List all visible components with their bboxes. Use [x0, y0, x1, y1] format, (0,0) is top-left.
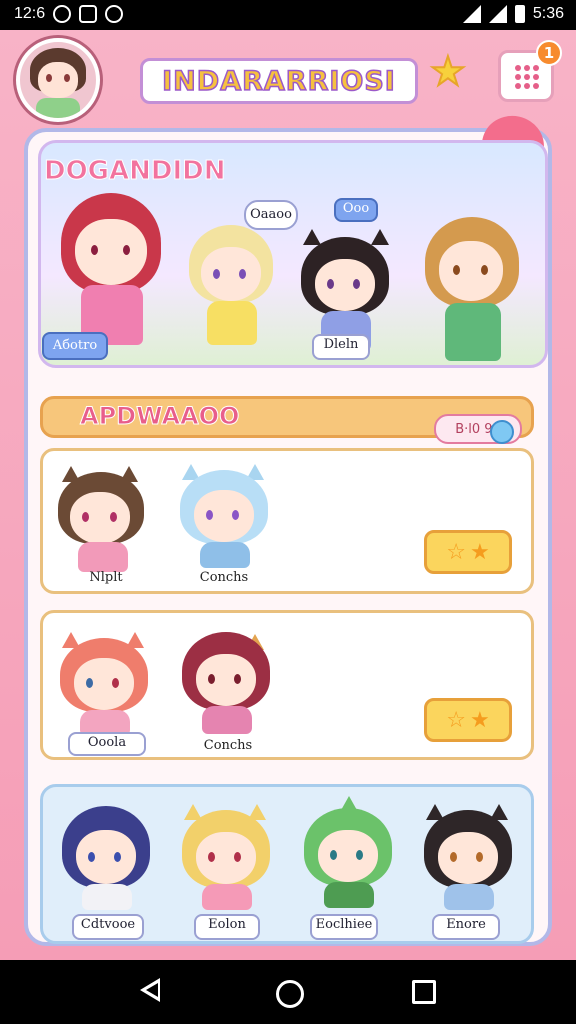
card2-right-name: Conchs: [203, 738, 253, 753]
roster-title: APDWAAOO: [79, 402, 240, 431]
battery-icon: [514, 5, 525, 23]
card1-left-name: Nlplt: [89, 570, 123, 585]
row-name-4: Enore: [432, 914, 500, 940]
star-icon: ☆: [446, 539, 466, 565]
notification-icon: [53, 5, 72, 23]
star-icon: ★: [470, 539, 490, 565]
status-bar: 12:6 5:36: [0, 0, 576, 30]
featured-center-label: Dleln: [312, 334, 370, 360]
featured-tag: Ooo: [334, 198, 378, 222]
character-crimson-cat: [178, 620, 274, 736]
notification-badge: 1: [536, 40, 562, 66]
row-name-1: Cdtvooe: [72, 914, 144, 940]
featured-title: DOGANDIDN: [44, 156, 227, 187]
row-name-2: Eolon: [194, 914, 260, 940]
character-brown-cat: [54, 462, 150, 574]
player-avatar[interactable]: [16, 38, 100, 122]
gem-icon: [490, 420, 514, 444]
back-icon-inner: [146, 983, 158, 997]
status-time: 5:36: [532, 5, 564, 22]
featured-left-label: Aбotro: [42, 332, 108, 360]
character-green: [300, 796, 396, 912]
card1-right-name: Conchs: [199, 570, 249, 585]
game-title: INDARARRIOSI: [140, 58, 418, 104]
wifi-icon: [462, 5, 481, 23]
featured-character-blonde: [187, 225, 277, 355]
speech-bubble: Oaaoo: [244, 200, 298, 230]
featured-character-orange: [419, 217, 529, 365]
card1-star-button[interactable]: ☆ ★: [424, 530, 512, 574]
character-coral-cat: [56, 626, 152, 738]
card2-left-name: Ooola: [68, 732, 146, 756]
star-icon: ★: [429, 49, 467, 95]
card2-star-button[interactable]: ☆ ★: [424, 698, 512, 742]
star-icon: ☆: [446, 707, 466, 733]
character-navy: [58, 800, 154, 912]
clock: 12:6: [14, 5, 46, 22]
sync-icon: [105, 5, 124, 23]
character-blue-cat: [176, 458, 272, 570]
signal-icon: [488, 5, 507, 23]
star-icon: ★: [470, 707, 490, 733]
home-icon[interactable]: [276, 980, 304, 1008]
character-black-cat: [420, 800, 516, 912]
recent-apps-icon[interactable]: [412, 980, 436, 1004]
row-name-3: Eoclhiee: [310, 914, 378, 940]
photo-icon: [79, 5, 98, 23]
character-yellow-cat: [178, 800, 274, 912]
grid-dots-icon: [515, 65, 539, 89]
